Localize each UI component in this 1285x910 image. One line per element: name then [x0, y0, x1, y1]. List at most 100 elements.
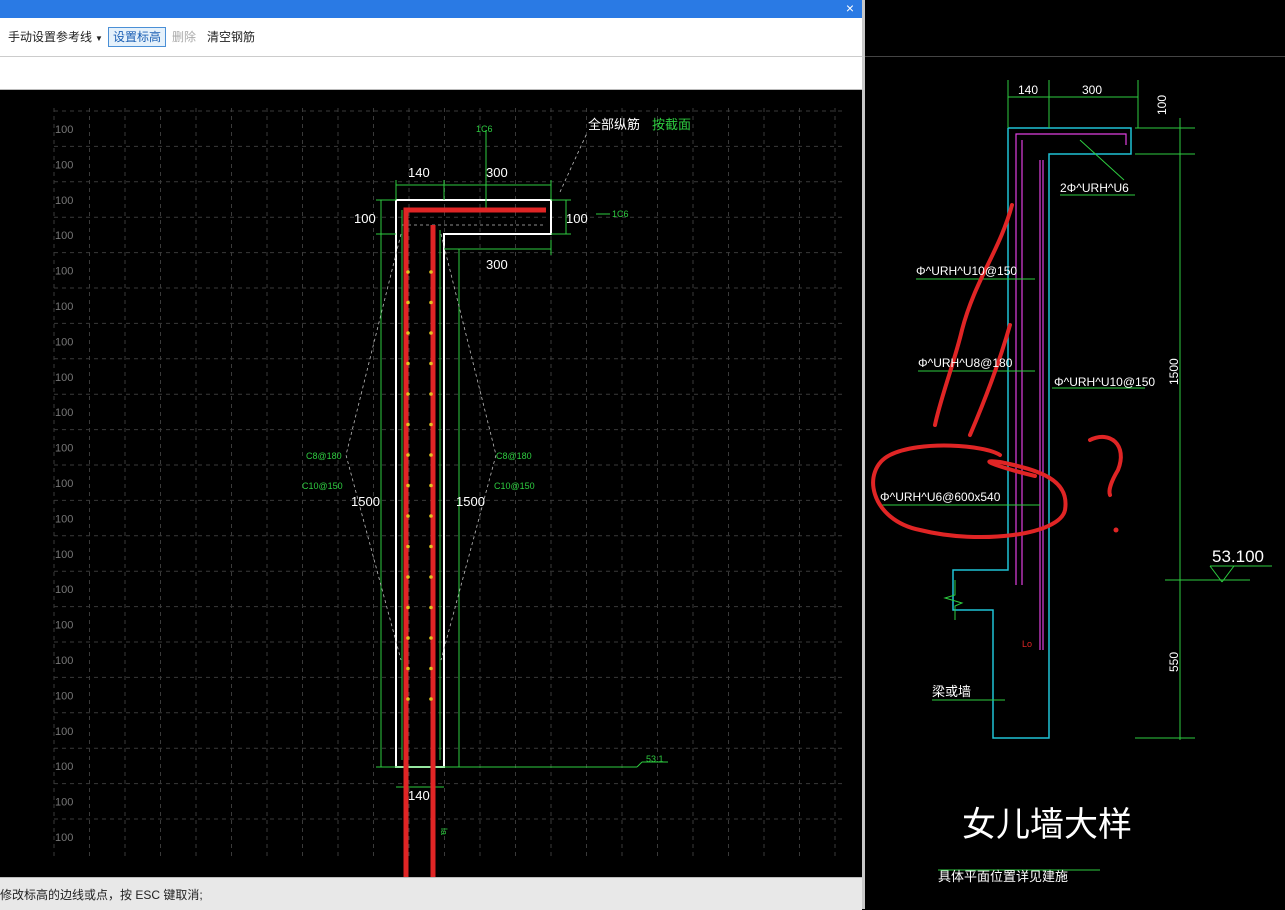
grid-label: 100 [55, 266, 73, 278]
grid-label: 100 [55, 549, 73, 561]
grid-label: 100 [55, 761, 73, 773]
grid-label: 100 [55, 124, 73, 136]
level-mark: 53.1 [646, 754, 664, 764]
rebar-8-180: Φ^URH^U8@180 [918, 356, 1013, 370]
grid-label: 100 [55, 478, 73, 490]
grid-label: 100 [55, 726, 73, 738]
grid-label: 100 [55, 230, 73, 242]
rebar-dot [406, 697, 410, 701]
title-bar: × [0, 0, 862, 18]
label-la: la [439, 828, 449, 835]
manual-ref-line-button[interactable]: 手动设置参考线 ▼ [8, 28, 103, 48]
label-c6-top[interactable]: 1C6 [476, 124, 493, 134]
detail-dim-550: 550 [1167, 652, 1181, 672]
rebar-dot [406, 331, 410, 335]
rebar-dot [406, 361, 410, 366]
rebar-dot [406, 270, 410, 274]
grid-label: 100 [55, 407, 73, 419]
rebar-dot [429, 361, 433, 366]
right-window: 140 300 100 2Φ^URH^U6 Φ^URH^U10@150 Φ^UR… [865, 0, 1285, 909]
rebar-10-150-right: Φ^URH^U10@150 [1054, 375, 1155, 389]
detail-title: 女儿墙大样 [962, 806, 1132, 844]
grid-label: 100 [55, 443, 73, 455]
rebar-dot [429, 300, 433, 305]
rebar-dot [429, 331, 433, 335]
rebar-10-150-left: Φ^URH^U10@150 [916, 264, 1017, 278]
grid-label: 100 [55, 372, 73, 384]
rebar-dot [429, 636, 433, 640]
rebar-dot [429, 453, 433, 457]
rebar-dot [429, 514, 433, 518]
status-text: 修改标高的边线或点，按 ESC 键取消; [0, 888, 203, 902]
rebar-dot [429, 575, 433, 579]
label-c8-right[interactable]: C8@180 [496, 451, 532, 461]
rebar-dot [406, 300, 410, 305]
detail-dim-140: 140 [1018, 83, 1038, 97]
label-c10-left[interactable]: C10@150 [302, 481, 343, 491]
label-c8-left[interactable]: C8@180 [306, 451, 342, 461]
rebar-dot [429, 483, 433, 488]
grid-label: 100 [55, 513, 73, 525]
all-long-rebar-label: 全部纵筋 [588, 117, 640, 132]
elevation-label: 53.100 [1212, 547, 1264, 566]
rebar-dot [429, 697, 433, 701]
dim-140-bottom: 140 [408, 788, 430, 803]
manual-ref-line-label: 手动设置参考线 [8, 30, 93, 44]
rebar-dot [429, 544, 433, 549]
detail-rebar [1015, 133, 1127, 650]
rebar-dot [406, 575, 410, 579]
section-canvas[interactable]: 100 100 100 100 100 100 100 100 100 100 100 100 100 1… [0, 89, 862, 877]
delete-button[interactable]: 删除 [172, 28, 196, 46]
detail-dim-1500: 1500 [1167, 358, 1181, 385]
property-panel [0, 57, 862, 90]
dim-140-top: 140 [408, 165, 430, 180]
rebar-dot [429, 605, 433, 610]
grid-label: 100 [55, 195, 73, 207]
label-c10-right[interactable]: C10@150 [494, 481, 535, 491]
question-dot [1113, 527, 1119, 533]
detail-dim-100: 100 [1155, 95, 1169, 115]
dim-1500-left: 1500 [351, 494, 380, 509]
rebar-top-label: 2Φ^URH^U6 [1060, 181, 1129, 195]
rebar-dot [406, 636, 410, 640]
rebar-dot [406, 483, 410, 488]
rebar-dot [406, 666, 410, 671]
handwritten-annotations [871, 203, 1123, 540]
set-elevation-button[interactable]: 设置标高 [108, 27, 167, 47]
rebar-dot [429, 666, 433, 671]
wall-outline [952, 127, 1132, 739]
dim-300-lower: 300 [486, 257, 508, 272]
label-c6-right[interactable]: 1C6 [612, 209, 629, 219]
detail-dim-300: 300 [1082, 83, 1102, 97]
status-bar: 修改标高的边线或点，按 ESC 键取消; [0, 877, 862, 910]
by-section-link[interactable]: 按截面 [652, 117, 691, 132]
chevron-down-icon[interactable]: ▼ [95, 34, 103, 43]
rebar-dot [429, 392, 433, 396]
grid-label: 100 [55, 832, 73, 844]
lo-label: Lo [1022, 639, 1032, 649]
close-icon[interactable]: × [846, 0, 854, 16]
rebar-dot [406, 514, 410, 518]
grid: 100 100 100 100 100 100 100 100 100 100 100 100 100 1… [53, 108, 846, 860]
grid-label: 100 [55, 584, 73, 596]
rebar-lines [403, 207, 546, 877]
detail-dimensions [880, 80, 1272, 871]
grid-label: 100 [55, 301, 73, 313]
dim-100-right: 100 [566, 211, 588, 226]
rebar-dot [406, 453, 410, 457]
detail-note: 具体平面位置详见建施 [938, 869, 1068, 884]
grid-label: 100 [55, 690, 73, 702]
rebar-dot [429, 422, 433, 427]
toolbar: 手动设置参考线 ▼ 设置标高 删除 清空钢筋 [0, 18, 862, 57]
grid-label: 100 [55, 655, 73, 667]
grid-label: 100 [55, 336, 73, 348]
grid-label: 100 [55, 620, 73, 632]
rebar-6-600: Φ^URH^U6@600x540 [880, 490, 1001, 504]
grid-label: 100 [55, 797, 73, 809]
dim-1500-right: 1500 [456, 494, 485, 509]
rebar-dot [429, 270, 433, 274]
beam-or-wall-label: 梁或墙 [932, 684, 971, 699]
rebar-dot [406, 605, 410, 610]
rebar-dot [406, 544, 410, 549]
clear-rebar-button[interactable]: 清空钢筋 [207, 28, 255, 46]
